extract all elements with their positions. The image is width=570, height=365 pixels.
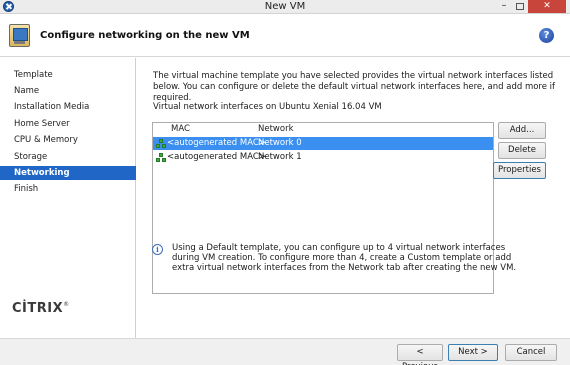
- maximize-icon: [516, 3, 524, 10]
- sidebar-item-template[interactable]: Template: [0, 68, 136, 82]
- sidebar-item-finish[interactable]: Finish: [0, 182, 136, 196]
- list-row[interactable]: <autogenerated MAC> Network 0: [153, 137, 493, 150]
- previous-button[interactable]: < Previous: [397, 344, 443, 365]
- networking-page: The virtual machine template you have se…: [137, 58, 570, 338]
- trademark-mark: ®: [63, 301, 70, 308]
- intro-text: The virtual machine template you have se…: [153, 71, 556, 103]
- window-title: New VM: [264, 1, 306, 12]
- add-button[interactable]: Add...: [498, 122, 546, 139]
- vm-wizard-icon: [9, 24, 30, 47]
- citrix-logo-text: CİTRIX: [12, 301, 64, 316]
- sidebar-item-installation-media[interactable]: Installation Media: [0, 100, 136, 114]
- column-header-network[interactable]: Network: [258, 124, 294, 134]
- sidebar-item-name[interactable]: Name: [0, 84, 136, 98]
- list-caption: Virtual network interfaces on Ubuntu Xen…: [153, 102, 382, 112]
- info-icon: i: [152, 244, 163, 255]
- column-header-mac[interactable]: MAC: [171, 124, 190, 134]
- window-titlebar: New VM – ✕: [0, 0, 570, 14]
- delete-button[interactable]: Delete: [498, 142, 546, 159]
- properties-button[interactable]: Properties: [493, 162, 546, 179]
- minimize-button[interactable]: –: [496, 0, 512, 13]
- list-header: MAC Network: [153, 123, 493, 136]
- cell-network: Network 0: [258, 138, 302, 148]
- cancel-button[interactable]: Cancel: [505, 344, 557, 361]
- info-text: Using a Default template, you can config…: [172, 243, 517, 273]
- cell-network: Network 1: [258, 152, 302, 162]
- page-title: Configure networking on the new VM: [40, 30, 250, 41]
- network-interface-icon: [156, 139, 166, 148]
- network-interface-icon: [156, 153, 166, 162]
- sidebar-item-cpu-memory[interactable]: CPU & Memory: [0, 133, 136, 147]
- citrix-logo: CİTRIX®: [12, 301, 70, 316]
- cell-mac: <autogenerated MAC>: [167, 152, 266, 162]
- sidebar-item-home-server[interactable]: Home Server: [0, 117, 136, 131]
- wizard-header: Configure networking on the new VM ?: [0, 15, 570, 57]
- wizard-steps-sidebar: Template Name Installation Media Home Se…: [0, 58, 136, 338]
- next-button[interactable]: Next >: [448, 344, 498, 361]
- wizard-footer: < Previous Next > Cancel: [0, 338, 570, 365]
- cell-mac: <autogenerated MAC>: [167, 138, 266, 148]
- close-button[interactable]: ✕: [528, 0, 566, 13]
- list-row[interactable]: <autogenerated MAC> Network 1: [153, 151, 493, 164]
- help-icon[interactable]: ?: [539, 28, 554, 43]
- sidebar-item-storage[interactable]: Storage: [0, 150, 136, 164]
- sidebar-item-networking[interactable]: Networking: [0, 166, 136, 180]
- maximize-button[interactable]: [512, 0, 528, 13]
